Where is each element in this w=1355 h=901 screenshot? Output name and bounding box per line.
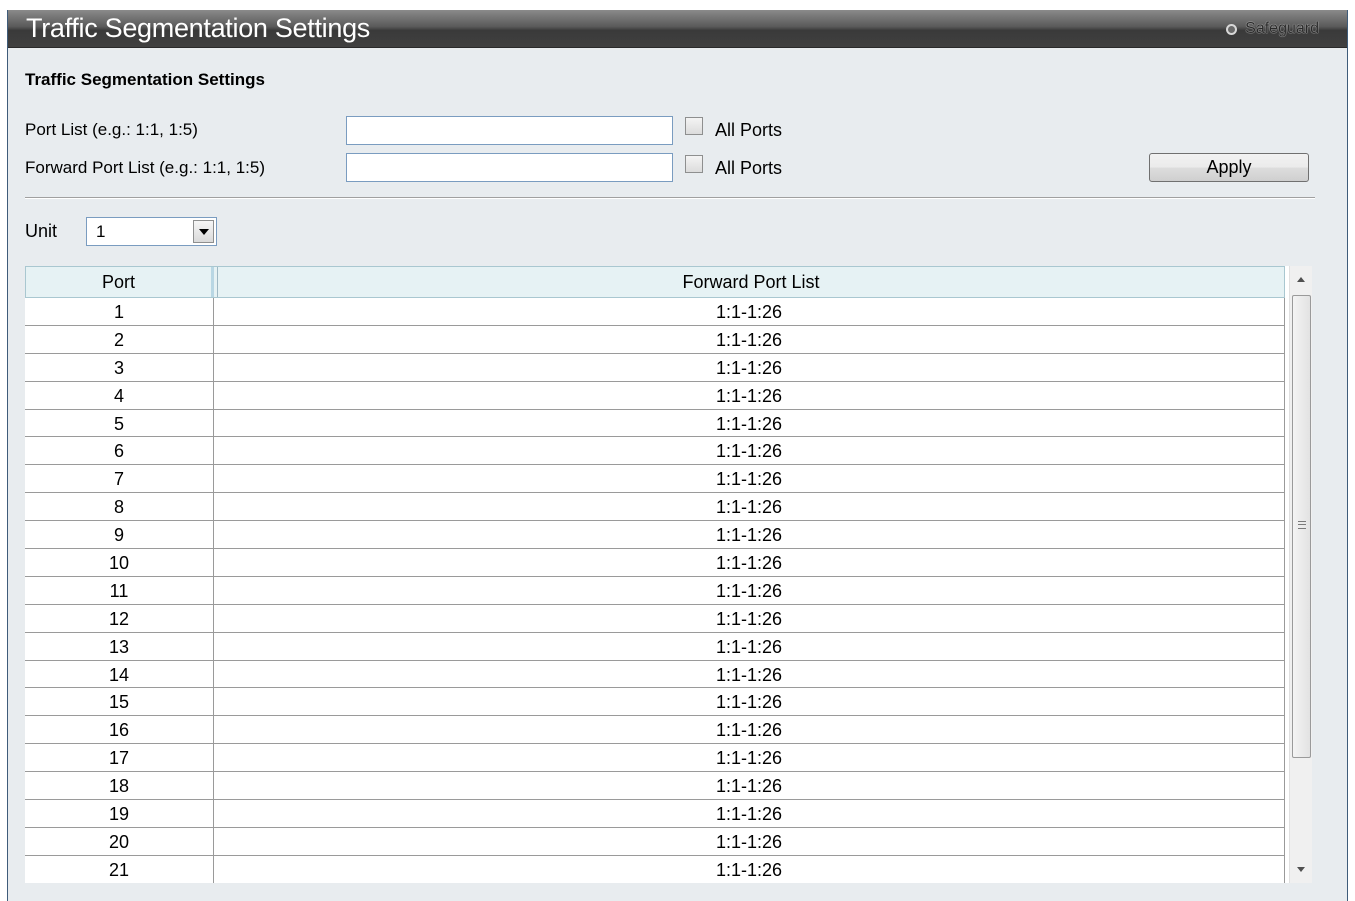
table-row[interactable]: 20 1:1-1:26 <box>25 827 1285 856</box>
forward-port-list-cell: 1:1-1:26 <box>214 744 1285 772</box>
table-row[interactable]: 2 1:1-1:26 <box>25 325 1285 354</box>
unit-select[interactable]: 1 <box>86 217 217 246</box>
scrollbar-thumb[interactable] <box>1292 295 1311 758</box>
port-cell: 21 <box>25 855 214 883</box>
port-cell: 5 <box>25 409 214 437</box>
forward-port-list-cell: 1:1-1:26 <box>214 381 1285 409</box>
table-row[interactable]: 16 1:1-1:26 <box>25 716 1285 745</box>
table-row[interactable]: 7 1:1-1:26 <box>25 465 1285 494</box>
safeguard-icon <box>1226 23 1238 35</box>
table-row[interactable]: 8 1:1-1:26 <box>25 493 1285 522</box>
table-row[interactable]: 12 1:1-1:26 <box>25 604 1285 633</box>
forward-port-list-cell: 1:1-1:26 <box>214 521 1285 549</box>
table-row[interactable]: 9 1:1-1:26 <box>25 521 1285 550</box>
table-row[interactable]: 21 1:1-1:26 <box>25 855 1285 883</box>
table-row[interactable]: 14 1:1-1:26 <box>25 660 1285 689</box>
forward-port-list-cell: 1:1-1:26 <box>214 800 1285 827</box>
table-row[interactable]: 5 1:1-1:26 <box>25 409 1285 438</box>
forward-port-list-cell: 1:1-1:26 <box>214 437 1285 465</box>
port-cell: 4 <box>25 381 214 409</box>
forward-port-list-cell: 1:1-1:26 <box>214 549 1285 576</box>
port-cell: 2 <box>25 325 214 353</box>
port-cell: 9 <box>25 521 214 549</box>
forward-port-list-cell: 1:1-1:26 <box>214 465 1285 493</box>
forward-port-list-cell: 1:1-1:26 <box>214 353 1285 381</box>
port-cell: 15 <box>25 688 214 716</box>
section-title: Traffic Segmentation Settings <box>25 70 265 89</box>
table-row[interactable]: 15 1:1-1:26 <box>25 688 1285 717</box>
arrow-down-icon[interactable] <box>1290 859 1312 881</box>
table-header: Port Forward Port List <box>25 266 1285 298</box>
table-row[interactable]: 13 1:1-1:26 <box>25 632 1285 661</box>
unit-label: Unit <box>25 221 58 241</box>
port-cell: 12 <box>25 604 214 632</box>
forward-port-list-cell: 1:1-1:26 <box>214 688 1285 716</box>
table-row[interactable]: 19 1:1-1:26 <box>25 800 1285 828</box>
table-body: 1 1:1-1:26 2 1:1-1:26 3 1:1-1:26 4 1:1-1:26 5 1:1… <box>25 298 1285 883</box>
port-cell: 1 <box>25 298 214 325</box>
forward-port-list-cell: 1:1-1:26 <box>214 660 1285 688</box>
port-cell: 7 <box>25 465 214 493</box>
table-row[interactable]: 17 1:1-1:26 <box>25 744 1285 773</box>
table-row[interactable]: 4 1:1-1:26 <box>25 381 1285 410</box>
forward-port-list-all-ports-label: All Ports <box>715 158 783 178</box>
forward-port-list-input[interactable] <box>346 153 673 182</box>
table-scrollbar[interactable] <box>1289 266 1312 883</box>
port-cell: 8 <box>25 493 214 521</box>
forward-port-list-cell: 1:1-1:26 <box>214 772 1285 800</box>
page-title: Traffic Segmentation Settings <box>26 13 370 43</box>
table-row[interactable]: 11 1:1-1:26 <box>25 576 1285 605</box>
port-list-label: Port List (e.g.: 1:1, 1:5) <box>25 120 198 139</box>
port-cell: 20 <box>25 827 214 855</box>
port-cell: 3 <box>25 353 214 381</box>
port-cell: 16 <box>25 716 214 744</box>
table-row[interactable]: 1 1:1-1:26 <box>25 298 1285 326</box>
port-cell: 13 <box>25 632 214 660</box>
port-cell: 11 <box>25 576 214 604</box>
chevron-down-icon[interactable] <box>193 220 214 243</box>
forward-port-list-cell: 1:1-1:26 <box>214 576 1285 604</box>
port-cell: 19 <box>25 800 214 827</box>
grip-icon <box>1298 521 1306 529</box>
forward-port-list-cell: 1:1-1:26 <box>214 604 1285 632</box>
table-row[interactable]: 18 1:1-1:26 <box>25 772 1285 801</box>
forward-port-list-all-ports-checkbox[interactable] <box>685 155 703 173</box>
port-cell: 10 <box>25 549 214 576</box>
port-cell: 14 <box>25 660 214 688</box>
table-row[interactable]: 10 1:1-1:26 <box>25 549 1285 577</box>
column-header-forward-port-list[interactable]: Forward Port List <box>217 267 1284 297</box>
forward-port-list-cell: 1:1-1:26 <box>214 632 1285 660</box>
section-divider <box>25 197 1315 199</box>
forward-port-list-cell: 1:1-1:26 <box>214 325 1285 353</box>
forward-port-list-cell: 1:1-1:26 <box>214 409 1285 437</box>
port-cell: 18 <box>25 772 214 800</box>
forward-port-list-label: Forward Port List (e.g.: 1:1, 1:5) <box>25 158 265 177</box>
title-bar: Traffic Segmentation Settings Safeguard <box>8 10 1347 48</box>
table-row[interactable]: 3 1:1-1:26 <box>25 353 1285 382</box>
port-cell: 17 <box>25 744 214 772</box>
apply-button[interactable]: Apply <box>1149 153 1309 182</box>
port-list-all-ports-checkbox[interactable] <box>685 117 703 135</box>
forward-port-list-cell: 1:1-1:26 <box>214 493 1285 521</box>
column-header-port[interactable]: Port <box>26 267 214 297</box>
port-list-input[interactable] <box>346 116 673 145</box>
port-cell: 6 <box>25 437 214 465</box>
forward-port-list-cell: 1:1-1:26 <box>214 827 1285 855</box>
unit-select-value: 1 <box>96 222 106 241</box>
forward-port-list-cell: 1:1-1:26 <box>214 298 1285 325</box>
forward-port-list-cell: 1:1-1:26 <box>214 855 1285 883</box>
port-table: Port Forward Port List 1 1:1-1:26 2 1:1-1:2… <box>25 266 1312 883</box>
port-list-all-ports-label: All Ports <box>715 120 783 140</box>
arrow-up-icon[interactable] <box>1290 268 1312 290</box>
page-frame: Traffic Segmentation Settings Safeguard … <box>7 10 1348 901</box>
table-row[interactable]: 6 1:1-1:26 <box>25 437 1285 466</box>
forward-port-list-cell: 1:1-1:26 <box>214 716 1285 744</box>
safeguard-label: Safeguard <box>1245 20 1319 37</box>
safeguard-indicator: Safeguard <box>1226 20 1319 38</box>
